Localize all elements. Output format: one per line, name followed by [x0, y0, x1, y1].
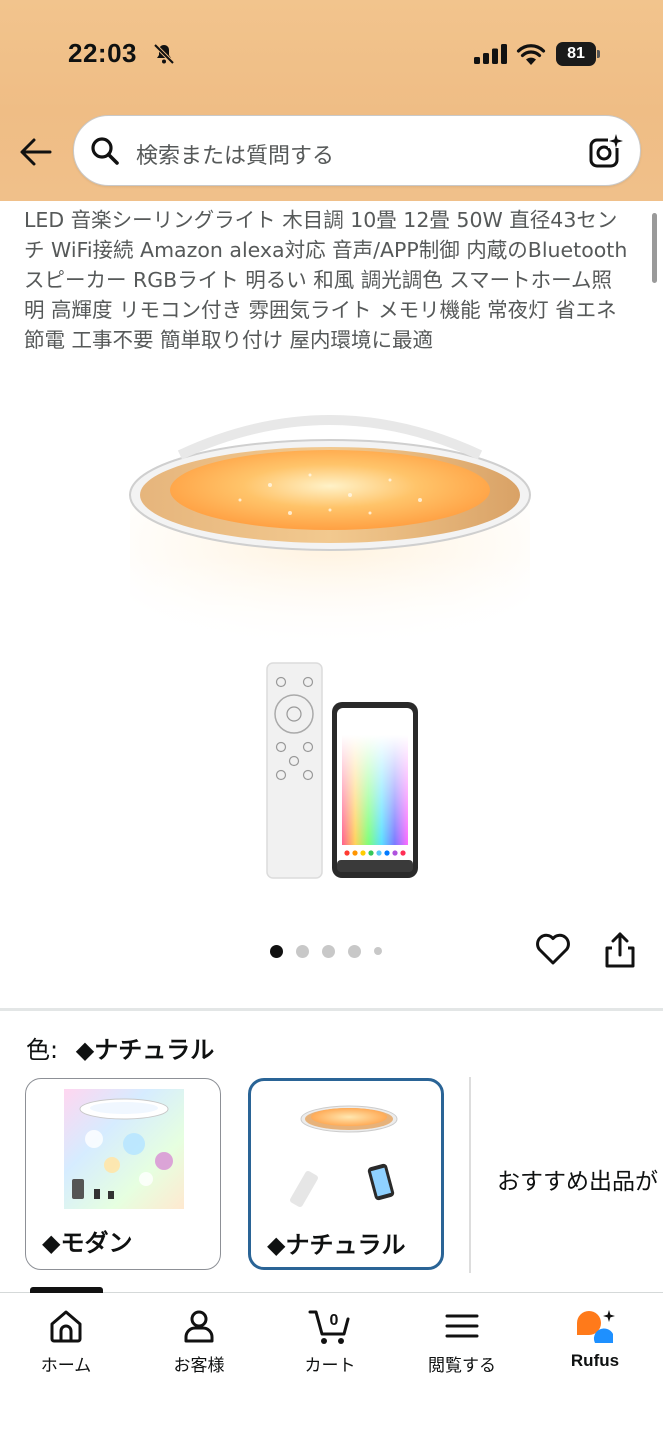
nav-cart-label: カート	[304, 1356, 356, 1376]
rufus-icon	[577, 1310, 615, 1343]
color-label: 色:	[26, 1036, 59, 1064]
cart-icon: 0	[308, 1310, 350, 1344]
nav-account-label: お客様	[173, 1356, 225, 1376]
variant-natural-image	[289, 1091, 409, 1211]
color-selected-value: ◆ナチュラル	[75, 1036, 215, 1064]
cart-count: 0	[330, 1312, 339, 1329]
product-image[interactable]	[120, 395, 540, 895]
variant-modern[interactable]: ◆モダン	[25, 1078, 221, 1270]
battery-indicator: 81	[556, 42, 600, 66]
color-selection-label: 色: ◆ナチュラル	[26, 1030, 214, 1065]
nav-cart[interactable]: 0 カート	[270, 1307, 390, 1376]
nav-home-label: ホーム	[40, 1356, 92, 1376]
carousel-dot[interactable]	[270, 944, 283, 958]
share-icon[interactable]	[602, 930, 638, 970]
carousel-dot[interactable]	[374, 947, 382, 955]
variant-natural-label: ◆ナチュラル	[267, 1231, 406, 1259]
nav-home[interactable]: ホーム	[6, 1307, 126, 1376]
search-icon	[91, 137, 119, 165]
search-input[interactable]: 検索または質問する	[73, 115, 641, 186]
carousel-dot[interactable]	[348, 944, 361, 958]
nav-account[interactable]: お客様	[139, 1307, 259, 1376]
wifi-icon	[516, 44, 546, 65]
carousel-dot[interactable]	[322, 944, 335, 958]
scrollbar[interactable]	[652, 213, 657, 283]
variant-separator	[469, 1077, 471, 1273]
nav-rufus[interactable]: Rufus	[535, 1307, 655, 1371]
nav-browse-label: 閲覧する	[428, 1356, 496, 1376]
status-bar: 22:03 81	[0, 0, 663, 110]
status-time: 22:03	[68, 38, 137, 68]
variant-natural[interactable]: ◆ナチュラル	[248, 1078, 444, 1270]
home-icon	[50, 1310, 82, 1343]
recommended-listing-text[interactable]: おすすめ出品が	[497, 1162, 663, 1196]
back-arrow-icon[interactable]	[18, 134, 54, 170]
nav-rufus-label: Rufus	[570, 1351, 620, 1370]
heart-icon[interactable]	[534, 930, 572, 968]
carousel-dot[interactable]	[296, 944, 309, 958]
menu-icon	[445, 1314, 479, 1338]
bell-off-icon	[153, 43, 175, 65]
nav-browse[interactable]: 閲覧する	[402, 1307, 522, 1376]
signal-icon	[474, 44, 507, 64]
battery-level: 81	[556, 42, 596, 66]
carousel-indicator[interactable]	[270, 942, 382, 960]
section-divider	[0, 1008, 663, 1011]
account-icon	[184, 1310, 214, 1343]
search-placeholder: 検索または質問する	[136, 144, 335, 169]
variant-modern-label: ◆モダン	[42, 1229, 133, 1257]
variant-modern-image	[64, 1089, 184, 1209]
camera-search-icon[interactable]	[588, 132, 626, 170]
battery-tip	[597, 50, 600, 58]
product-title: LED 音楽シーリングライト 木目調 10畳 12畳 50W 直径43センチ W…	[24, 208, 628, 352]
nav-active-indicator	[30, 1287, 103, 1293]
bottom-navigation: ホーム お客様 0 カート 閲覧する Rufus	[0, 1287, 663, 1440]
header: 22:03 81 検索または質問する	[0, 0, 663, 201]
